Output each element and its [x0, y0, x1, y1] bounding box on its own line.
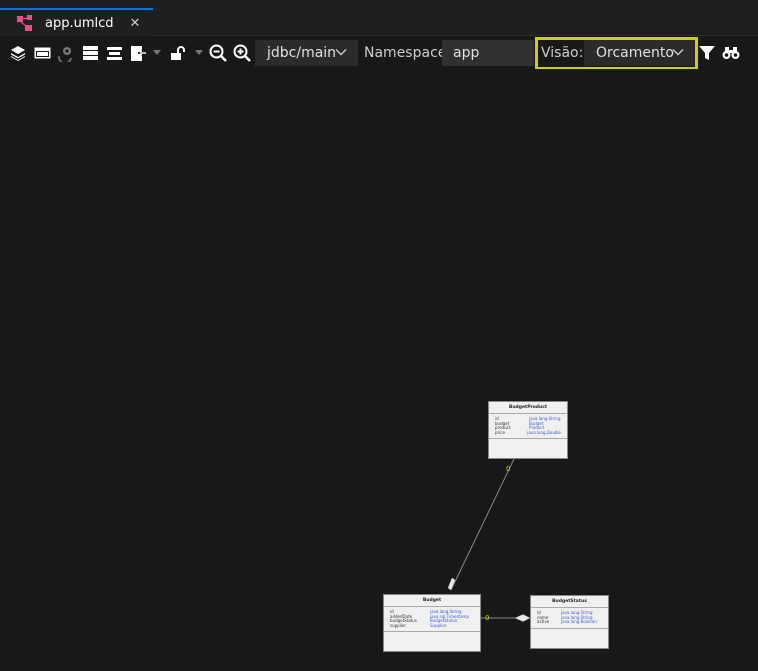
diagram-toolbar: jdbc/main Namespace: Visão: Orcamento: [0, 37, 758, 70]
attribute-row: supplier Supplier: [390, 622, 447, 628]
class-name: Budget: [384, 595, 480, 607]
attribute-row: price java.lang.Double: [495, 429, 561, 435]
visao-label: Visão:: [541, 45, 584, 61]
class-operations: [489, 439, 567, 446]
uml-class-budget[interactable]: Budget id java.lang.String addedDate java.…: [383, 594, 481, 652]
refresh-gear-icon[interactable]: [56, 43, 76, 63]
multiplicity-label: 0: [485, 614, 490, 622]
namespace-input[interactable]: [442, 40, 534, 66]
branch-select[interactable]: jdbc/main: [255, 40, 358, 66]
class-attributes: id java.lang.String addedDate java.sql.Tim…: [384, 607, 480, 633]
branch-value: jdbc/main: [267, 45, 337, 61]
layers-icon[interactable]: [8, 43, 28, 63]
chevron-down-icon: [335, 49, 347, 56]
visao-value: Orcamento: [596, 45, 674, 61]
class-attributes: id java.lang.String budget Budget product P…: [489, 414, 567, 440]
filter-icon[interactable]: [697, 43, 717, 63]
window-icon[interactable]: [32, 43, 52, 63]
aggregation-diamond-icon: [514, 614, 531, 622]
chevron-down-icon: [672, 49, 684, 56]
attribute-row: active java.lang.Boolean: [537, 619, 597, 625]
tab-bar: app.umlcd ✕: [0, 0, 758, 36]
uml-class-budgetstatus[interactable]: BudgetStatus id java.lang.String name java…: [530, 595, 609, 649]
class-name: BudgetStatus: [531, 596, 608, 608]
tab-label: app.umlcd: [45, 15, 114, 31]
association-line-budgetproduct-budget: [450, 458, 515, 591]
tab-app-umlcd[interactable]: app.umlcd ✕: [0, 8, 153, 36]
uml-diagram-icon: [17, 15, 32, 31]
relationship-lines: [447, 458, 531, 622]
class-operations: [531, 629, 608, 636]
namespace-label: Namespace:: [364, 45, 452, 61]
stack-icon[interactable]: [80, 43, 100, 63]
class-name: BudgetProduct: [489, 402, 567, 414]
zoom-in-icon[interactable]: [232, 43, 252, 63]
uml-class-budgetproduct[interactable]: BudgetProduct id java.lang.String budget B…: [488, 401, 568, 459]
class-attributes: id java.lang.String name java.lang.String …: [531, 608, 608, 629]
visao-select[interactable]: Orcamento: [584, 40, 695, 66]
export-dropdown-icon[interactable]: [150, 43, 164, 63]
binoculars-icon[interactable]: [721, 43, 741, 63]
close-tab-icon[interactable]: ✕: [130, 16, 141, 31]
class-operations: [384, 632, 480, 639]
unlock-icon[interactable]: [168, 43, 188, 63]
export-icon[interactable]: [128, 43, 148, 63]
lock-dropdown-icon[interactable]: [192, 43, 206, 63]
zoom-out-icon[interactable]: [208, 43, 228, 63]
diagram-canvas[interactable]: 0 0 BudgetProduct id java.lang.String bud…: [0, 69, 758, 671]
multiplicity-label: 0: [506, 465, 511, 473]
align-icon[interactable]: [104, 43, 124, 63]
